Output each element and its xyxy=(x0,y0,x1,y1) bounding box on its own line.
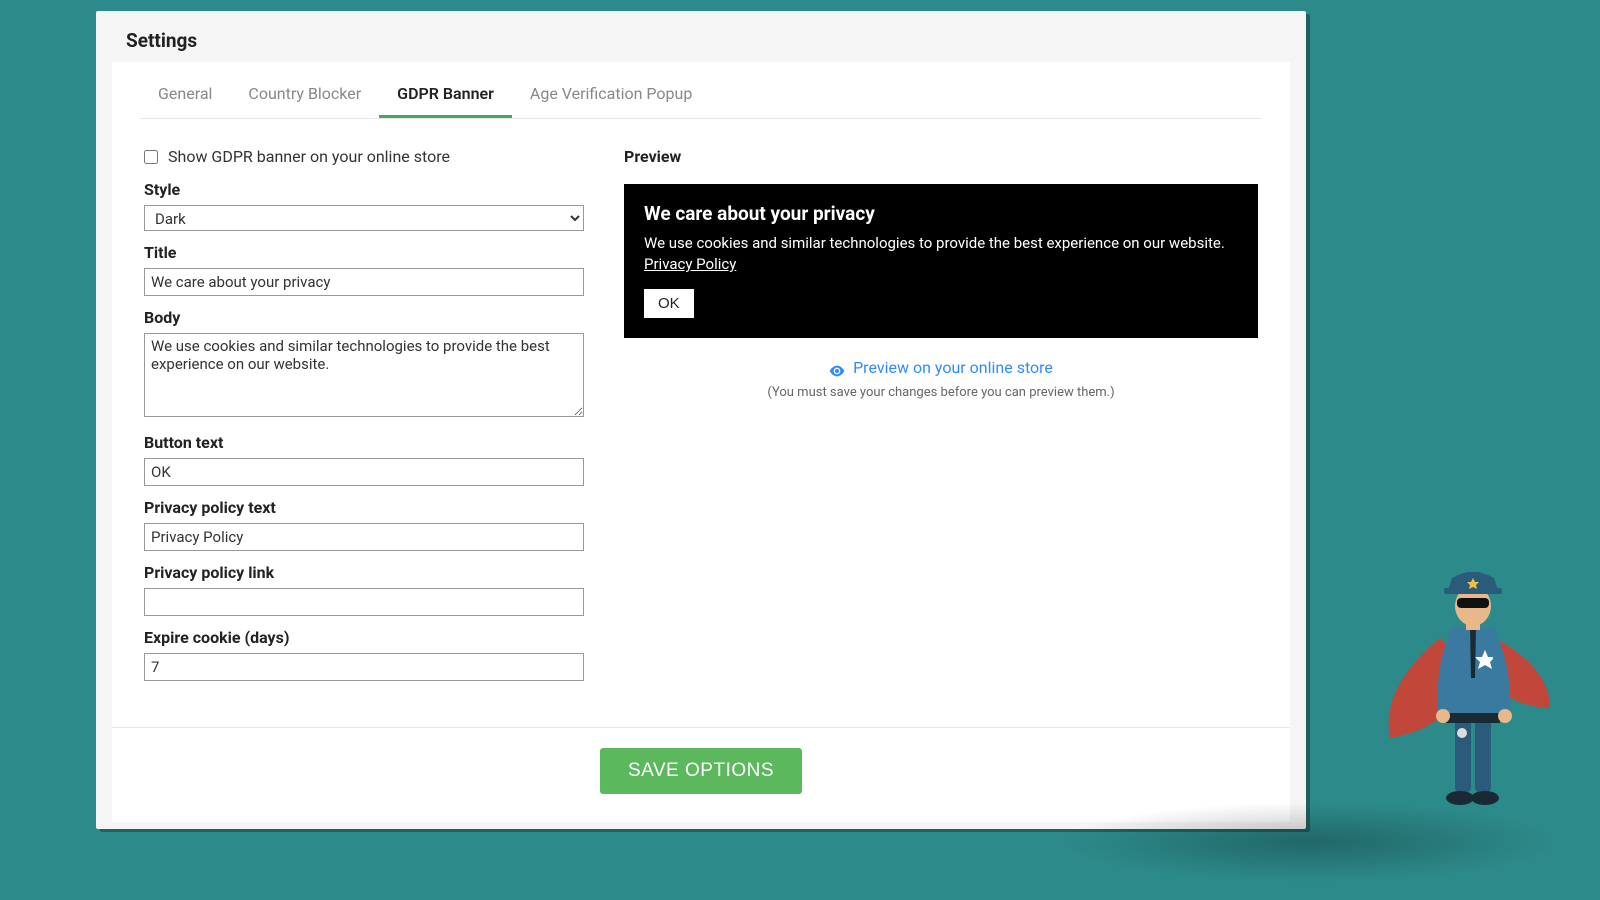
tab-country-blocker[interactable]: Country Blocker xyxy=(230,70,379,118)
tabs: General Country Blocker GDPR Banner Age … xyxy=(140,62,1262,119)
expire-label: Expire cookie (days) xyxy=(144,628,584,647)
style-select[interactable]: Dark xyxy=(144,205,584,231)
preview-hint: (You must save your changes before you c… xyxy=(624,385,1258,400)
preview-banner-text: We use cookies and similar technologies … xyxy=(644,234,1225,252)
preview-ok-button[interactable]: OK xyxy=(644,289,694,318)
tab-gdpr-banner[interactable]: GDPR Banner xyxy=(379,70,512,118)
eye-icon xyxy=(829,362,845,374)
body-label: Body xyxy=(144,308,584,327)
privacy-link-input[interactable] xyxy=(144,588,584,616)
preview-column: Preview We care about your privacy We us… xyxy=(624,147,1258,681)
privacy-link-label: Privacy policy link xyxy=(144,563,584,582)
panel-header: Settings xyxy=(96,11,1306,62)
body-textarea[interactable] xyxy=(144,333,584,417)
privacy-text-input[interactable] xyxy=(144,523,584,551)
panel-body: General Country Blocker GDPR Banner Age … xyxy=(112,62,1290,822)
form-column: Show GDPR banner on your online store St… xyxy=(144,147,584,681)
preview-link-text: Preview on your online store xyxy=(853,358,1053,377)
preview-label: Preview xyxy=(624,147,1258,166)
hero-illustration xyxy=(1380,558,1560,822)
show-banner-checkbox[interactable] xyxy=(144,150,158,164)
preview-privacy-link[interactable]: Privacy Policy xyxy=(644,255,736,273)
tab-age-verification[interactable]: Age Verification Popup xyxy=(512,70,710,118)
show-banner-label: Show GDPR banner on your online store xyxy=(168,147,450,166)
privacy-text-label: Privacy policy text xyxy=(144,498,584,517)
preview-banner-body: We use cookies and similar technologies … xyxy=(644,233,1238,275)
panel-footer: SAVE OPTIONS xyxy=(112,727,1290,794)
preview-on-store-link[interactable]: Preview on your online store xyxy=(829,358,1053,377)
button-text-label: Button text xyxy=(144,433,584,452)
save-button[interactable]: SAVE OPTIONS xyxy=(600,748,802,794)
title-label: Title xyxy=(144,243,584,262)
button-text-input[interactable] xyxy=(144,458,584,486)
content-area: Show GDPR banner on your online store St… xyxy=(112,119,1290,681)
style-label: Style xyxy=(144,180,584,199)
preview-banner-title: We care about your privacy xyxy=(644,202,1238,225)
preview-link-row: Preview on your online store xyxy=(624,358,1258,381)
preview-banner: We care about your privacy We use cookie… xyxy=(624,184,1258,338)
page-title: Settings xyxy=(126,29,1276,52)
expire-input[interactable] xyxy=(144,653,584,681)
tab-general[interactable]: General xyxy=(140,70,230,118)
show-banner-row: Show GDPR banner on your online store xyxy=(144,147,584,166)
title-input[interactable] xyxy=(144,268,584,296)
settings-panel: Settings General Country Blocker GDPR Ba… xyxy=(96,11,1306,829)
